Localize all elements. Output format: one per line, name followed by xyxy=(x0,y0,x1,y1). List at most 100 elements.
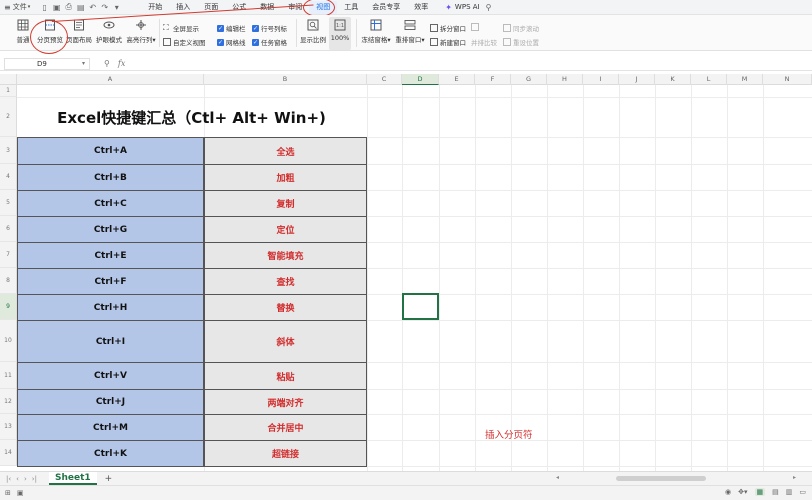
highlight-rowcol-button[interactable]: 高亮行列▾ xyxy=(126,15,156,44)
row-header-1[interactable]: 1 xyxy=(0,85,17,97)
shortcut-desc-cell[interactable]: 合并居中 xyxy=(204,414,367,441)
row-header-10[interactable]: 10 xyxy=(0,320,17,362)
shortcut-key-cell[interactable]: Ctrl+M xyxy=(17,414,204,441)
shortcut-key-cell[interactable]: Ctrl+J xyxy=(17,389,204,415)
column-header-d[interactable]: D xyxy=(402,74,439,85)
split-window-button[interactable]: 拆分窗口 xyxy=(430,23,466,33)
tab-insert[interactable]: 插入 xyxy=(169,1,197,14)
tab-data[interactable]: 数据 xyxy=(253,1,281,14)
scrollbar-thumb[interactable] xyxy=(616,476,706,481)
tab-formula[interactable]: 公式 xyxy=(225,1,253,14)
print-preview-icon[interactable]: ▤ xyxy=(76,3,85,12)
scroll-right-icon[interactable]: ▸ xyxy=(793,474,796,481)
tab-tools[interactable]: 工具 xyxy=(337,1,365,14)
edit-bar-checkbox[interactable]: ✓ 编辑栏 xyxy=(217,23,246,33)
zoom-button[interactable]: 显示比例 xyxy=(300,15,326,44)
shortcut-key-cell[interactable]: Ctrl+I xyxy=(17,320,204,363)
fx-icon[interactable]: fx xyxy=(118,59,125,68)
search-icon[interactable]: ⚲ xyxy=(486,3,492,12)
column-header-c[interactable]: C xyxy=(367,74,402,85)
row-header-14[interactable]: 14 xyxy=(0,440,17,466)
custom-view-button[interactable]: 自定义视图 xyxy=(163,37,206,47)
new-window-button[interactable]: 新建窗口 xyxy=(430,37,466,47)
column-header-k[interactable]: K xyxy=(655,74,691,85)
row-header-13[interactable]: 13 xyxy=(0,414,17,440)
normal-view-icon[interactable]: ▦ xyxy=(754,488,766,496)
shortcut-desc-cell[interactable]: 斜体 xyxy=(204,320,367,363)
shortcut-desc-cell[interactable]: 查找 xyxy=(204,268,367,295)
freeze-panes-button[interactable]: 冻结窗格▾ xyxy=(360,15,392,44)
column-header-h[interactable]: H xyxy=(547,74,583,85)
new-file-icon[interactable]: ▯ xyxy=(40,3,49,12)
shortcut-desc-cell[interactable]: 超链接 xyxy=(204,440,367,467)
undo-icon[interactable]: ↶ xyxy=(88,3,97,12)
zoom-search-icon[interactable]: ⚲ xyxy=(104,59,110,68)
add-sheet-icon[interactable]: + xyxy=(105,474,113,484)
row-header-2[interactable]: 2 xyxy=(0,97,17,137)
eye-mode-button[interactable]: 护眼模式 xyxy=(96,15,122,44)
column-header-g[interactable]: G xyxy=(511,74,547,85)
page-break-preview-button[interactable]: 分页预览 xyxy=(35,15,65,44)
shortcut-desc-cell[interactable]: 替换 xyxy=(204,294,367,321)
redo-icon[interactable]: ↷ xyxy=(100,3,109,12)
column-header-l[interactable]: L xyxy=(691,74,727,85)
shortcut-key-cell[interactable]: Ctrl+B xyxy=(17,164,204,191)
save-icon[interactable]: ▣ xyxy=(52,3,61,12)
page-layout-view-icon[interactable]: ▤ xyxy=(772,488,779,496)
shortcut-desc-cell[interactable]: 复制 xyxy=(204,190,367,217)
column-header-e[interactable]: E xyxy=(439,74,475,85)
shortcut-desc-cell[interactable]: 定位 xyxy=(204,216,367,243)
shortcut-desc-cell[interactable]: 两端对齐 xyxy=(204,389,367,415)
tab-efficiency[interactable]: 效率 xyxy=(407,1,435,14)
tab-home[interactable]: 开始 xyxy=(141,1,169,14)
shortcut-desc-cell[interactable]: 全选 xyxy=(204,137,367,165)
reading-view-icon[interactable]: ▭ xyxy=(799,488,806,496)
zoom-100-button[interactable]: 1:1 100% xyxy=(329,17,351,50)
chevron-down-icon[interactable]: ▾ xyxy=(112,3,121,12)
row-header-11[interactable]: 11 xyxy=(0,362,17,389)
rearrange-windows-button[interactable]: 重排窗口▾ xyxy=(394,15,426,44)
status-box-icon[interactable]: ▣ xyxy=(17,489,24,497)
tab-member[interactable]: 会员专享 xyxy=(365,1,407,14)
column-header-b[interactable]: B xyxy=(204,74,367,85)
shortcut-key-cell[interactable]: Ctrl+V xyxy=(17,362,204,390)
shortcut-key-cell[interactable]: Ctrl+C xyxy=(17,190,204,217)
prev-sheet-icon[interactable]: ‹ xyxy=(16,475,19,483)
print-icon[interactable]: ⎙ xyxy=(64,2,73,12)
headings-checkbox[interactable]: ✓ 行号列标 xyxy=(252,23,287,33)
scroll-left-icon[interactable]: ◂ xyxy=(556,474,559,481)
column-header-n[interactable]: N xyxy=(763,74,812,85)
page-break-view-icon[interactable]: ▥ xyxy=(786,488,793,496)
shortcut-desc-cell[interactable]: 智能填充 xyxy=(204,242,367,269)
first-sheet-icon[interactable]: |‹ xyxy=(6,475,11,483)
next-sheet-icon[interactable]: › xyxy=(24,475,27,483)
sheet-tab[interactable]: Sheet1 xyxy=(48,472,97,485)
row-header-5[interactable]: 5 xyxy=(0,190,17,216)
column-header-m[interactable]: M xyxy=(727,74,763,85)
column-header-a[interactable]: A xyxy=(17,74,204,85)
shortcut-key-cell[interactable]: Ctrl+H xyxy=(17,294,204,321)
page-break-note[interactable]: 插入分页符 xyxy=(485,427,533,441)
shortcut-key-cell[interactable]: Ctrl+E xyxy=(17,242,204,269)
page-layout-button[interactable]: 页面布局 xyxy=(66,15,92,44)
row-header-9[interactable]: 9 xyxy=(0,294,17,320)
eye-protect-icon[interactable]: ◉ xyxy=(725,488,731,496)
horizontal-scrollbar[interactable]: ◂ ▸ xyxy=(556,474,796,482)
gridlines-checkbox[interactable]: ✓ 网格线 xyxy=(217,37,246,47)
row-header-4[interactable]: 4 xyxy=(0,164,17,190)
row-header-6[interactable]: 6 xyxy=(0,216,17,242)
last-sheet-icon[interactable]: ›| xyxy=(32,475,37,483)
selected-cell[interactable] xyxy=(402,293,439,320)
column-header-f[interactable]: F xyxy=(475,74,511,85)
row-header-3[interactable]: 3 xyxy=(0,137,17,164)
sheet-title[interactable]: Excel快捷键汇总（Ctl+ Alt+ Win+) xyxy=(17,97,366,137)
fullscreen-button[interactable]: ⛶ 全屏显示 xyxy=(163,23,199,34)
shortcut-key-cell[interactable]: Ctrl+K xyxy=(17,440,204,467)
row-header-12[interactable]: 12 xyxy=(0,389,17,414)
taskpane-checkbox[interactable]: ✓ 任务窗格 xyxy=(252,37,287,47)
tab-view[interactable]: 视图 xyxy=(303,0,338,17)
row-header-8[interactable]: 8 xyxy=(0,268,17,294)
name-box[interactable]: D9 ▾ xyxy=(4,57,90,70)
shortcut-key-cell[interactable]: Ctrl+A xyxy=(17,137,204,165)
locate-icon[interactable]: ✥▾ xyxy=(738,488,747,496)
